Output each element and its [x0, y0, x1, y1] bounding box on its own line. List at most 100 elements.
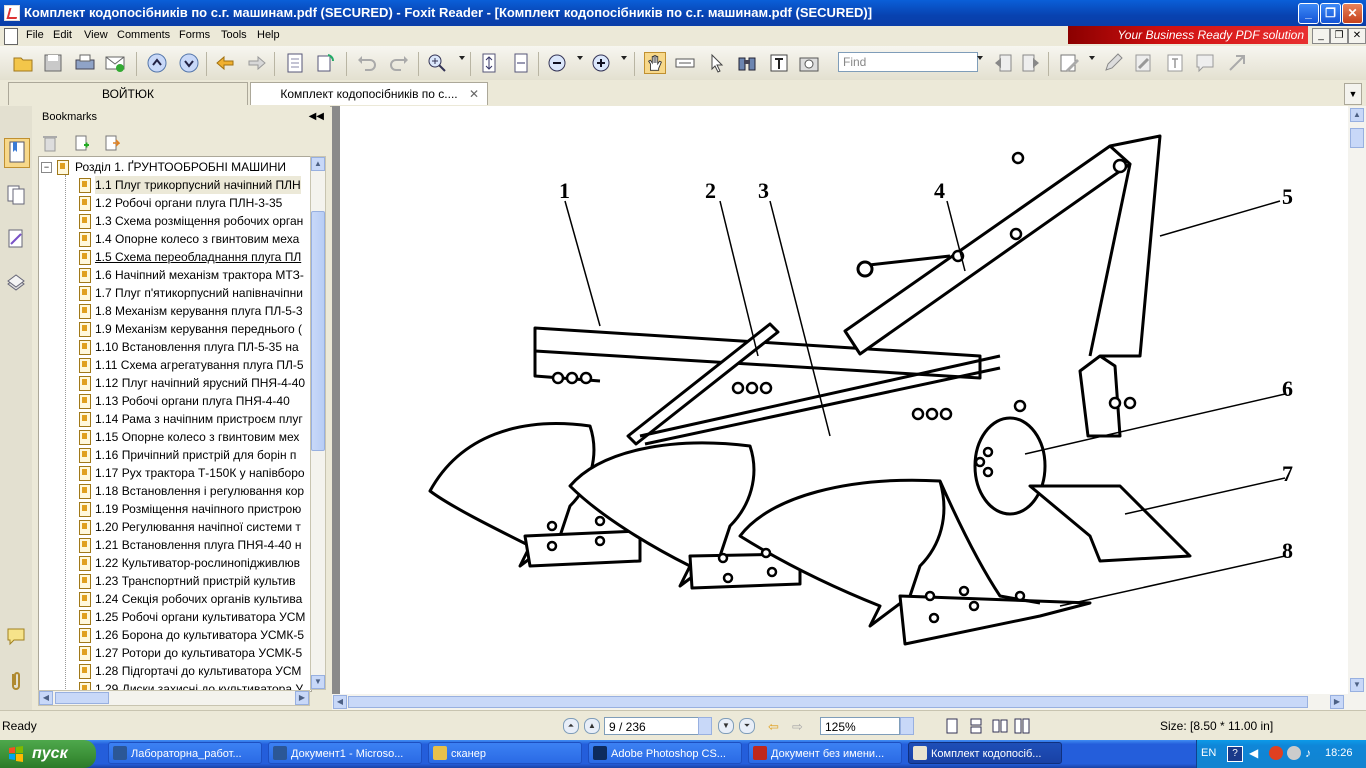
foxit-app-icon[interactable] — [4, 5, 20, 21]
next-page-icon[interactable] — [178, 52, 200, 74]
page-number-input[interactable]: 9 / 236 — [604, 717, 700, 735]
mdi-restore-button[interactable]: ❐ — [1330, 28, 1348, 44]
zoom-dropdown-arrow[interactable] — [459, 56, 465, 60]
document-vertical-scrollbar[interactable]: ▲ ▼ — [1348, 106, 1366, 694]
collapse-panel-icon[interactable]: ◀◀ — [309, 106, 324, 128]
menu-edit[interactable]: Edit — [53, 29, 72, 41]
zoom-level-input[interactable]: 125% — [820, 717, 900, 735]
zoom-dropdown-arrow[interactable] — [900, 717, 914, 735]
menu-forms[interactable]: Forms — [179, 29, 210, 41]
comment-tools-icon[interactable] — [1058, 52, 1080, 74]
forward-view-icon[interactable]: ⇨ — [792, 719, 803, 735]
find-binoculars-icon[interactable] — [736, 52, 758, 74]
language-indicator[interactable]: EN — [1201, 747, 1216, 759]
undo-icon[interactable] — [356, 52, 378, 74]
menu-file[interactable]: File — [26, 29, 44, 41]
arrow-annotation-icon[interactable] — [1226, 52, 1248, 74]
menu-comments[interactable]: Comments — [117, 29, 170, 41]
scroll-down-arrow[interactable]: ▼ — [311, 675, 325, 689]
menu-tools[interactable]: Tools — [221, 29, 247, 41]
zoom-in-icon[interactable] — [590, 52, 612, 74]
next-page-button[interactable]: ▼ — [718, 718, 734, 734]
save-icon[interactable] — [42, 52, 64, 74]
open-icon[interactable] — [12, 52, 34, 74]
clock[interactable]: 18:26 — [1325, 747, 1353, 759]
document-menu-icon[interactable] — [4, 28, 18, 45]
previous-page-icon[interactable] — [146, 52, 168, 74]
scroll-thumb[interactable] — [1350, 128, 1364, 148]
snapshot-icon[interactable] — [798, 52, 820, 74]
taskbar-button[interactable]: Лабораторна_работ... — [108, 742, 262, 764]
zoom-out-dropdown-arrow[interactable] — [577, 56, 583, 60]
collapse-node-icon[interactable]: − — [41, 162, 52, 173]
highlight-icon[interactable] — [1132, 52, 1154, 74]
pencil-icon[interactable] — [1102, 52, 1124, 74]
find-previous-icon[interactable] — [992, 52, 1014, 74]
expand-bookmark-icon[interactable] — [104, 134, 120, 152]
tab-komplekt[interactable]: Комплект кодопосібників по с.... ✕ — [250, 82, 488, 105]
start-button[interactable]: пуск — [0, 740, 96, 768]
menu-help[interactable]: Help — [257, 29, 280, 41]
scroll-thumb[interactable] — [348, 696, 1308, 708]
email-icon[interactable] — [104, 52, 126, 74]
text-select-tool-icon[interactable] — [674, 52, 696, 74]
taskbar-button[interactable]: Комплект кодопосіб... — [908, 742, 1062, 764]
comment-tools-dropdown-arrow[interactable] — [1089, 56, 1095, 60]
comments-panel-icon[interactable] — [6, 626, 26, 648]
last-page-icon[interactable]: ⏷ — [739, 718, 755, 734]
pages-panel-icon[interactable] — [6, 184, 26, 206]
bookmarks-horizontal-scrollbar[interactable]: ◀ ▶ — [38, 690, 310, 706]
show-hidden-icons-icon[interactable]: ◀ — [1249, 746, 1258, 760]
rotate-page-icon[interactable] — [314, 52, 336, 74]
bookmarks-panel-icon[interactable] — [4, 138, 30, 168]
scroll-up-arrow[interactable]: ▲ — [1350, 108, 1364, 122]
scroll-down-arrow[interactable]: ▼ — [1350, 678, 1364, 692]
zoom-tool-icon[interactable] — [426, 52, 448, 74]
new-bookmark-icon[interactable] — [74, 134, 90, 152]
previous-page-button[interactable]: ▲ — [584, 718, 600, 734]
typewriter-icon[interactable] — [768, 52, 790, 74]
first-page-icon[interactable]: ⏶ — [563, 718, 579, 734]
facing-layout-icon[interactable] — [992, 718, 1008, 734]
taskbar-button[interactable]: сканер — [428, 742, 582, 764]
close-button[interactable]: ✕ — [1342, 3, 1363, 24]
fit-page-icon[interactable] — [478, 52, 500, 74]
print-icon[interactable] — [74, 52, 96, 74]
taskbar-button[interactable]: Документ1 - Microso... — [268, 742, 422, 764]
scroll-left-arrow[interactable]: ◀ — [39, 691, 53, 705]
attachments-panel-icon[interactable] — [6, 272, 26, 294]
note-icon[interactable] — [1194, 52, 1216, 74]
tab-close-icon[interactable]: ✕ — [469, 83, 479, 105]
paperclip-icon[interactable] — [6, 670, 26, 692]
back-view-icon[interactable]: ⇦ — [768, 719, 779, 735]
ad-banner[interactable]: Your Business Ready PDF solution — [1068, 26, 1308, 44]
continuous-layout-icon[interactable] — [968, 718, 984, 734]
find-next-icon[interactable] — [1020, 52, 1042, 74]
mdi-close-button[interactable]: ✕ — [1348, 28, 1366, 44]
help-icon[interactable]: ? — [1227, 746, 1243, 762]
single-page-layout-icon[interactable] — [944, 718, 960, 734]
scroll-right-arrow[interactable]: ▶ — [1330, 695, 1344, 709]
minimize-button[interactable]: _ — [1298, 3, 1319, 24]
page-dropdown-arrow[interactable] — [698, 717, 712, 735]
hand-tool-icon[interactable] — [644, 52, 666, 74]
find-input[interactable]: Find — [838, 52, 978, 72]
select-arrow-icon[interactable] — [706, 52, 728, 74]
document-horizontal-scrollbar[interactable]: ◀ ▶ — [332, 694, 1366, 710]
forward-arrow-icon[interactable] — [246, 52, 268, 74]
scroll-right-arrow[interactable]: ▶ — [295, 691, 309, 705]
maximize-button[interactable]: ❐ — [1320, 3, 1341, 24]
scroll-up-arrow[interactable]: ▲ — [311, 157, 325, 171]
scroll-thumb[interactable] — [55, 692, 109, 704]
tab-voitiuk[interactable]: ВОЙТЮК — [8, 82, 248, 105]
layers-panel-icon[interactable] — [6, 228, 26, 250]
steam-tray-icon[interactable] — [1287, 746, 1301, 760]
volume-icon[interactable]: ♪ — [1305, 746, 1311, 760]
continuous-facing-layout-icon[interactable] — [1014, 718, 1030, 734]
back-arrow-icon[interactable] — [214, 52, 236, 74]
single-page-view-icon[interactable] — [284, 52, 306, 74]
taskbar-button[interactable]: Документ без имени... — [748, 742, 902, 764]
tab-list-dropdown-button[interactable]: ▼ — [1344, 83, 1362, 105]
redo-icon[interactable] — [388, 52, 410, 74]
antivirus-tray-icon[interactable] — [1269, 746, 1283, 760]
